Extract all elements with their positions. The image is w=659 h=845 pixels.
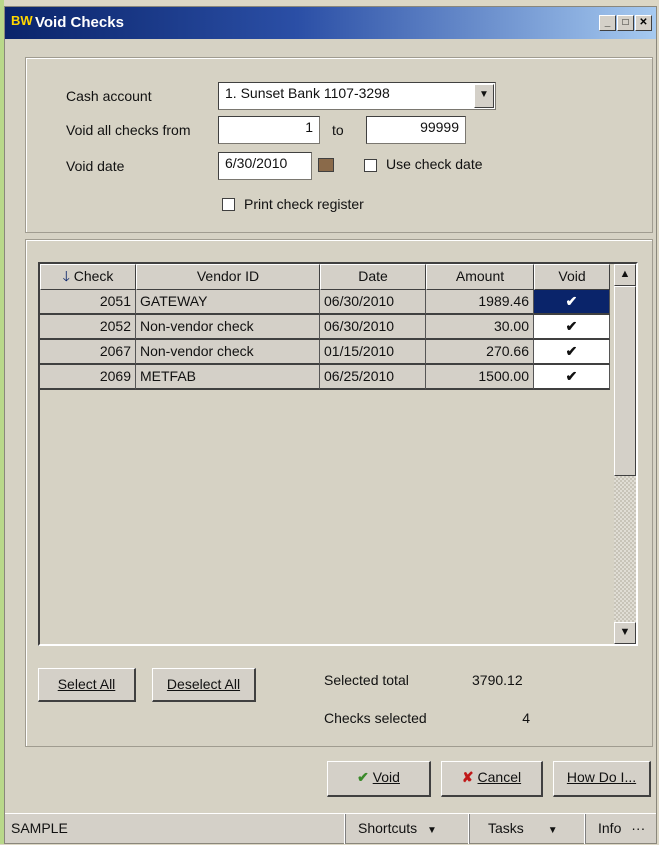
criteria-panel: Cash account 1. Sunset Bank 1107-3298 ▼ … [25, 57, 653, 233]
vendor-id-cell[interactable]: Non-vendor check [136, 315, 320, 340]
print-register-label: Print check register [244, 196, 364, 212]
status-mode-text: SAMPLE [11, 820, 68, 836]
void-checkbox[interactable]: ✔ [534, 340, 610, 365]
amount-cell[interactable]: 270.66 [426, 340, 534, 365]
arrow-up-icon: ▲ [619, 268, 631, 280]
info-menu[interactable]: Info ··· [585, 814, 655, 844]
minimize-button[interactable]: _ [599, 15, 616, 31]
column-header-date[interactable]: Date [320, 264, 426, 290]
cash-account-dropdown-button[interactable]: ▼ [474, 84, 494, 108]
date-cell[interactable]: 06/30/2010 [320, 290, 426, 315]
scroll-thumb[interactable] [614, 286, 636, 476]
scroll-down-button[interactable]: ▼ [614, 622, 636, 644]
vendor-id-cell[interactable]: GATEWAY [136, 290, 320, 315]
checks-grid: 🡓 Check Vendor ID Date Amount Void 2051 … [38, 262, 638, 646]
void-date-label: Void date [66, 158, 125, 174]
selected-total-value: 3790.12 [472, 672, 523, 688]
void-checkbox[interactable]: ✔ [534, 365, 610, 390]
void-button[interactable]: ✔ Void [327, 761, 431, 797]
amount-cell[interactable]: 1989.46 [426, 290, 534, 315]
maximize-button[interactable]: □ [617, 15, 634, 31]
select-all-button[interactable]: Select All [38, 668, 136, 702]
cash-account-select[interactable]: 1. Sunset Bank 1107-3298 [218, 82, 496, 110]
checks-selected-value: 4 [522, 710, 530, 726]
void-checkbox[interactable]: ✔ [534, 290, 610, 315]
void-date-input[interactable]: 6/30/2010 [218, 152, 312, 180]
vendor-id-cell[interactable]: Non-vendor check [136, 340, 320, 365]
column-header-void[interactable]: Void [534, 264, 610, 290]
cash-account-label: Cash account [66, 88, 152, 104]
column-header-check[interactable]: 🡓 Check [40, 264, 136, 290]
selected-total-label: Selected total [324, 672, 409, 688]
date-cell[interactable]: 01/15/2010 [320, 340, 426, 365]
cash-account-value: 1. Sunset Bank 1107-3298 [225, 85, 390, 101]
print-register-checkbox[interactable] [222, 198, 235, 211]
check-number-cell[interactable]: 2052 [40, 315, 136, 340]
x-icon: ✘ [461, 769, 474, 785]
date-cell[interactable]: 06/30/2010 [320, 315, 426, 340]
void-from-label: Void all checks from [66, 122, 191, 138]
calendar-icon[interactable] [318, 158, 334, 172]
sort-down-arrow-icon: 🡓 [62, 268, 70, 284]
dropdown-arrow-icon: ▼ [427, 825, 437, 836]
cancel-button[interactable]: ✘ Cancel [441, 761, 543, 797]
void-from-input[interactable]: 1 [218, 116, 320, 144]
void-checkbox[interactable]: ✔ [534, 315, 610, 340]
checks-panel: 🡓 Check Vendor ID Date Amount Void 2051 … [25, 239, 653, 747]
use-check-date-label: Use check date [386, 156, 483, 172]
tasks-menu[interactable]: Tasks ▼ [469, 814, 581, 844]
arrow-down-icon: ▼ [619, 626, 631, 638]
close-button[interactable]: ✕ [635, 15, 652, 31]
window-title: Void Checks [35, 14, 124, 31]
to-label: to [332, 122, 344, 138]
chevron-down-icon: ▼ [479, 89, 489, 100]
scroll-up-button[interactable]: ▲ [614, 264, 636, 286]
status-bar: SAMPLE Shortcuts ▼ Tasks ▼ Info ··· [5, 813, 656, 844]
date-cell[interactable]: 06/25/2010 [320, 365, 426, 390]
deselect-all-button[interactable]: Deselect All [152, 668, 256, 702]
void-to-input[interactable]: 99999 [366, 116, 466, 144]
check-number-cell[interactable]: 2069 [40, 365, 136, 390]
column-header-amount[interactable]: Amount [426, 264, 534, 290]
checkmark-icon: ✔ [357, 769, 369, 785]
dropdown-arrow-icon: ▼ [547, 825, 558, 836]
how-do-i-button[interactable]: How Do I... [553, 761, 651, 797]
check-number-cell[interactable]: 2067 [40, 340, 136, 365]
use-check-date-checkbox[interactable] [364, 159, 377, 172]
void-checks-window: BW Void Checks _ □ ✕ Cash account 1. Sun… [4, 6, 657, 844]
more-icon: ··· [631, 820, 646, 836]
column-header-vendor-id[interactable]: Vendor ID [136, 264, 320, 290]
amount-cell[interactable]: 1500.00 [426, 365, 534, 390]
app-logo-icon: BW [11, 13, 33, 28]
vendor-id-cell[interactable]: METFAB [136, 365, 320, 390]
check-number-cell[interactable]: 2051 [40, 290, 136, 315]
title-bar: BW Void Checks _ □ ✕ [5, 7, 656, 39]
shortcuts-menu[interactable]: Shortcuts ▼ [345, 814, 465, 844]
amount-cell[interactable]: 30.00 [426, 315, 534, 340]
checks-selected-label: Checks selected [324, 710, 427, 726]
